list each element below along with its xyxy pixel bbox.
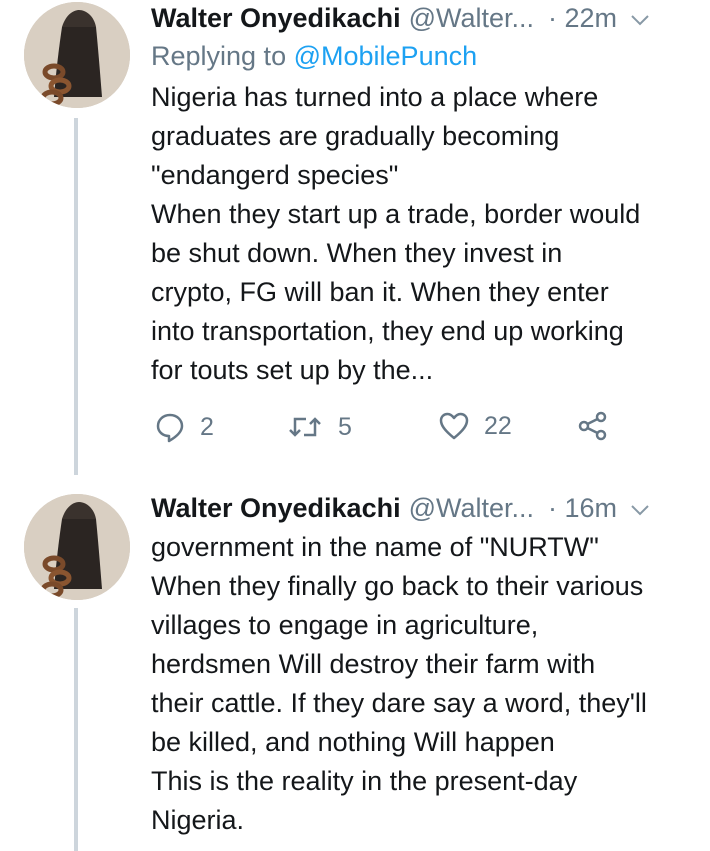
reply-button[interactable]: 2 [154,411,214,443]
like-button[interactable]: 22 [438,411,512,441]
author-handle[interactable]: @Walter... [409,3,534,34]
author-name[interactable]: Walter Onyedikachi [151,3,401,34]
tweet-1[interactable]: Walter Onyedikachi @Walter... · 22m Repl… [0,0,710,475]
reply-icon [156,413,184,443]
tweet-header: Walter Onyedikachi @Walter... · 22m [151,0,698,36]
reply-mention-link[interactable]: @MobilePunch [294,41,478,71]
tweet-text: Nigeria has turned into a place where gr… [151,82,641,385]
thread-line [74,118,78,475]
like-icon [439,412,469,440]
retweet-icon [289,417,321,437]
author-handle[interactable]: @Walter... [409,493,534,524]
share-button[interactable] [578,411,608,441]
author-name[interactable]: Walter Onyedikachi [151,493,401,524]
tweet-content: Walter Onyedikachi @Walter... · 16m gove… [151,490,698,840]
replying-to: Replying to @MobilePunch [151,36,698,76]
tweet-text: government in the name of "NURTW" When t… [151,532,647,835]
share-icon [578,411,607,441]
chevron-down-icon[interactable] [629,497,651,519]
avatar[interactable] [24,2,130,108]
chevron-down-icon[interactable] [629,7,651,29]
reply-prefix: Replying to [151,41,287,71]
retweet-count: 5 [338,412,352,441]
avatar[interactable] [24,494,130,600]
timestamp[interactable]: · 22m [548,3,617,34]
timestamp[interactable]: · 16m [548,493,617,524]
reply-count: 2 [200,412,214,441]
tweet-content: Walter Onyedikachi @Walter... · 22m Repl… [151,0,698,390]
tweet-actions: 2 5 22 [154,411,634,451]
like-count: 22 [484,411,512,440]
tweet-header: Walter Onyedikachi @Walter... · 16m [151,490,698,526]
tweet-2[interactable]: Walter Onyedikachi @Walter... · 16m gove… [0,490,710,851]
retweet-button[interactable]: 5 [286,411,352,443]
thread-line [74,608,78,851]
